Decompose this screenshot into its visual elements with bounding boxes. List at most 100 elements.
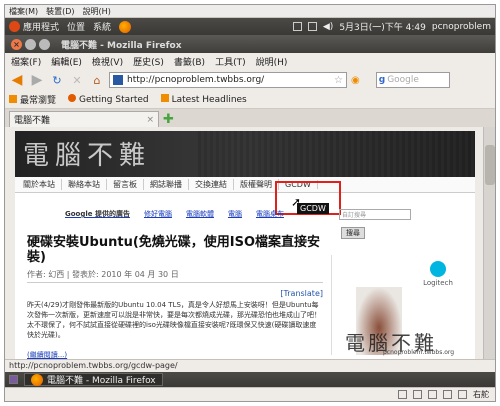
- firefox-launcher-icon[interactable]: [119, 20, 132, 33]
- ime-indicator[interactable]: 右舵: [473, 389, 489, 400]
- logitech-icon: [430, 261, 446, 277]
- bookmark-getting-started[interactable]: Getting Started: [68, 94, 149, 105]
- tab-label: 電腦不難: [14, 116, 51, 126]
- sponsor-logo[interactable]: Logitech: [416, 261, 460, 297]
- banner-decoration: [195, 131, 475, 177]
- read-more-link[interactable]: (繼續閱讀...): [27, 350, 323, 359]
- user-menu[interactable]: pcnoproblem: [432, 22, 491, 32]
- menu-file[interactable]: 檔案(M): [9, 6, 38, 17]
- bookmarks-toolbar: 最常瀏覽 Getting Started Latest Headlines: [5, 91, 495, 109]
- nav-links[interactable]: 交換連結: [189, 179, 234, 190]
- article-title[interactable]: 硬碟安裝Ubuntu(免燒光碟，使用ISO檔案直接安裝): [27, 235, 323, 265]
- nav-about[interactable]: 關於本站: [17, 179, 62, 190]
- site-banner: 電腦不難: [15, 131, 475, 177]
- rss-icon: [160, 94, 169, 102]
- tab-bar: 電腦不難 × ✚: [5, 109, 495, 127]
- tab-active[interactable]: 電腦不難 ×: [9, 111, 159, 127]
- url-bar[interactable]: http://pcnoproblem.twbbs.org/ ☆: [109, 72, 347, 88]
- disk-icon[interactable]: [398, 390, 407, 399]
- menu-file[interactable]: 檔案(F): [11, 55, 41, 68]
- ad-links: Google 提供的廣告 修好電腦 電腦軟體 電腦 電腦桌布: [65, 209, 284, 219]
- translate-link[interactable]: [Translate]: [27, 289, 323, 298]
- site-search-input[interactable]: 自訂搜尋: [339, 209, 411, 220]
- firefox-menubar: 檔案(F) 編輯(E) 檢視(V) 歷史(S) 書籤(B) 工具(T) 說明(H…: [5, 53, 495, 69]
- status-bar: http://pcnoproblem.twbbs.org/gcdw-page/: [5, 359, 495, 372]
- system-menu[interactable]: 系統: [93, 20, 111, 33]
- nav-blog-feed[interactable]: 網誌聯播: [144, 179, 189, 190]
- rss-icon[interactable]: ◉: [351, 75, 360, 86]
- menu-device[interactable]: 裝置(D): [46, 6, 74, 17]
- site-nav: 關於本站 聯絡本站 留言板 網誌聯播 交換連結 版權聲明 GCDW: [15, 177, 475, 193]
- menu-history[interactable]: 歷史(S): [133, 55, 164, 68]
- home-button[interactable]: ⌂: [89, 72, 105, 88]
- watermark-url: pcnoproblem.twbbs.org: [383, 349, 455, 356]
- bookmark-label: Latest Headlines: [171, 95, 247, 105]
- network-icon[interactable]: [292, 22, 302, 31]
- menu-view[interactable]: 檢視(V): [92, 55, 123, 68]
- show-desktop-icon[interactable]: [9, 375, 18, 384]
- folder-icon: [9, 95, 17, 103]
- nav-copyright[interactable]: 版權聲明: [234, 179, 279, 190]
- ad-link[interactable]: 電腦軟體: [186, 209, 214, 219]
- menu-bookmarks[interactable]: 書籤(B): [174, 55, 205, 68]
- site-favicon-icon: [113, 75, 123, 85]
- maximize-window-button[interactable]: [39, 38, 50, 50]
- sponsor-name: Logitech: [423, 279, 453, 287]
- article-meta: 作者: 幻西 | 發表於: 2010 年 04 月 30 日: [27, 269, 323, 283]
- menu-tools[interactable]: 工具(T): [215, 55, 246, 68]
- network-icon[interactable]: [428, 390, 437, 399]
- site-search-button[interactable]: 搜尋: [341, 227, 365, 239]
- article-body: 昨天(4/29)才剛發佈最新版的Ubuntu 10.04 TLS，真是令人好想馬…: [27, 301, 321, 339]
- bookmark-most-visited[interactable]: 最常瀏覽: [9, 93, 56, 106]
- web-page: 電腦不難 關於本站 聯絡本站 留言板 網誌聯播 交換連結 版權聲明 GCDW ➚…: [15, 131, 475, 359]
- vm-status-bar: 右舵: [5, 387, 495, 401]
- applications-menu[interactable]: 應用程式: [9, 20, 59, 33]
- back-button[interactable]: ◀: [9, 72, 25, 88]
- close-tab-icon[interactable]: ×: [146, 115, 154, 125]
- folder-icon[interactable]: [458, 390, 467, 399]
- nav-contact[interactable]: 聯絡本站: [62, 179, 107, 190]
- applications-label: 應用程式: [23, 23, 60, 33]
- usb-icon[interactable]: [443, 390, 452, 399]
- clock[interactable]: 5月3日(一)下午 4:49: [339, 20, 426, 33]
- window-title: 電腦不難 - Mozilla Firefox: [61, 40, 182, 51]
- ads-label: Google 提供的廣告: [65, 210, 130, 218]
- places-menu[interactable]: 位置: [67, 20, 85, 33]
- taskbar-label: 電腦不難 - Mozilla Firefox: [47, 376, 156, 386]
- vertical-scrollbar[interactable]: [483, 127, 495, 359]
- menu-edit[interactable]: 編輯(E): [51, 55, 82, 68]
- ad-link[interactable]: 電腦: [228, 209, 242, 219]
- search-input[interactable]: g Google: [375, 72, 450, 88]
- forward-button[interactable]: ▶: [29, 72, 45, 88]
- menu-help[interactable]: 說明(H): [256, 55, 288, 68]
- bookmark-latest-headlines[interactable]: Latest Headlines: [160, 94, 247, 105]
- article: 硬碟安裝Ubuntu(免燒光碟，使用ISO檔案直接安裝) 作者: 幻西 | 發表…: [27, 235, 323, 359]
- ad-link[interactable]: 修好電腦: [144, 209, 172, 219]
- search-placeholder: Google: [387, 75, 419, 85]
- page-viewport: 電腦不難 關於本站 聯絡本站 留言板 網誌聯播 交換連結 版權聲明 GCDW ➚…: [5, 127, 495, 359]
- top-panel: 應用程式 位置 系統 ◀) 5月3日(一)下午 4:49 pcnoproblem: [5, 18, 495, 35]
- nav-guestbook[interactable]: 留言板: [107, 179, 144, 190]
- cd-icon[interactable]: [413, 390, 422, 399]
- site-logo[interactable]: 電腦不難: [23, 135, 151, 172]
- scrollbar-thumb[interactable]: [485, 145, 495, 185]
- firefox-icon: [31, 373, 43, 386]
- new-tab-button[interactable]: ✚: [163, 113, 174, 127]
- volume-icon[interactable]: ◀): [323, 22, 333, 32]
- desktop-window: 檔案(M) 裝置(D) 說明(H) 應用程式 位置 系統 ◀) 5月3日(一)下…: [4, 4, 496, 402]
- taskbar-firefox[interactable]: 電腦不難 - Mozilla Firefox: [24, 373, 163, 386]
- ad-link[interactable]: 電腦桌布: [256, 209, 284, 219]
- reload-button[interactable]: ↻: [49, 72, 65, 88]
- stop-button[interactable]: ✕: [69, 72, 85, 88]
- ubuntu-icon: [9, 21, 20, 32]
- navigation-toolbar: ◀ ▶ ↻ ✕ ⌂ http://pcnoproblem.twbbs.org/ …: [5, 69, 495, 91]
- bookmark-label: 最常瀏覽: [20, 96, 57, 106]
- close-window-button[interactable]: ×: [11, 38, 22, 50]
- tooltip: GCDW: [297, 203, 329, 214]
- menu-help[interactable]: 說明(H): [83, 6, 111, 17]
- google-engine-icon[interactable]: g: [379, 75, 385, 85]
- bookmark-star-icon[interactable]: ☆: [334, 75, 343, 86]
- bookmark-label: Getting Started: [79, 95, 149, 105]
- mail-icon[interactable]: [307, 22, 317, 31]
- minimize-window-button[interactable]: [25, 38, 36, 50]
